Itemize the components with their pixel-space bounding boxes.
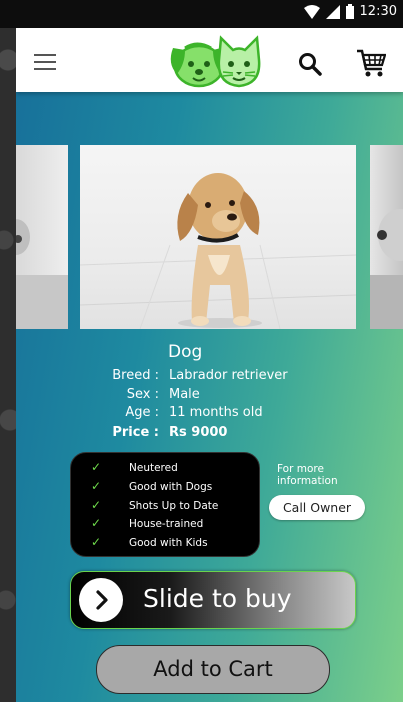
check-icon: ✓ (91, 479, 102, 493)
app-bar (16, 28, 403, 92)
breed-row: Breed : Labrador retriever (16, 368, 403, 386)
check-icon: ✓ (91, 498, 102, 512)
feature-item: ✓ Shots Up to Date (71, 498, 259, 517)
feature-label: Good with Kids (129, 537, 208, 549)
feature-item: ✓ House-trained (71, 516, 259, 535)
sex-value: Male (169, 387, 200, 402)
signal-icon (325, 4, 340, 19)
slide-to-buy-slider[interactable]: Slide to buy (70, 571, 356, 629)
next-pet-photo[interactable] (370, 145, 403, 329)
shopping-cart-icon[interactable] (356, 48, 386, 78)
dog-and-cat-logo (170, 35, 261, 88)
slider-handle[interactable] (79, 578, 123, 622)
product-screen: Dog Breed : Labrador retriever Sex : Mal… (16, 28, 403, 702)
slide-to-buy-label: Slide to buy (143, 584, 292, 613)
sex-label: Sex : (126, 387, 159, 402)
feature-label: Neutered (129, 462, 178, 474)
breed-label: Breed : (112, 368, 159, 383)
feature-label: Shots Up to Date (129, 500, 219, 512)
call-owner-button[interactable]: Call Owner (269, 495, 365, 520)
status-bar: 12:30 (0, 0, 403, 28)
wifi-icon (303, 4, 320, 19)
breed-value: Labrador retriever (169, 368, 288, 383)
search-icon[interactable] (298, 52, 322, 76)
feature-item: ✓ Good with Kids (71, 535, 259, 554)
add-to-cart-button[interactable]: Add to Cart (96, 645, 330, 694)
price-value: Rs 9000 (169, 425, 228, 440)
feature-label: Good with Dogs (129, 481, 213, 493)
age-label: Age : (125, 405, 159, 420)
check-icon: ✓ (91, 535, 102, 549)
age-row: Age : 11 months old (16, 405, 403, 423)
check-icon: ✓ (91, 516, 102, 530)
age-value: 11 months old (169, 405, 263, 420)
puppy-image (80, 173, 356, 329)
more-info-text: For more information (277, 463, 338, 487)
feature-label: House-trained (129, 518, 204, 530)
next-photo-image (370, 209, 403, 329)
battery-icon (345, 4, 354, 19)
features-panel: ✓ Neutered ✓ Good with Dogs ✓ Shots Up t… (70, 452, 260, 557)
chevron-right-icon (96, 590, 108, 610)
hamburger-menu-icon[interactable] (34, 54, 56, 70)
check-icon: ✓ (91, 460, 102, 474)
previous-photo-image (16, 219, 68, 329)
previous-pet-photo[interactable] (16, 145, 68, 329)
price-label: Price : (112, 425, 159, 440)
feature-item: ✓ Good with Dogs (71, 479, 259, 498)
sex-row: Sex : Male (16, 387, 403, 405)
background-pattern (0, 0, 16, 702)
status-time: 12:30 (359, 4, 397, 19)
feature-item: ✓ Neutered (71, 460, 259, 479)
price-row: Price : Rs 9000 (16, 425, 403, 443)
pet-photo[interactable] (80, 145, 356, 329)
pet-name: Dog (168, 342, 203, 362)
